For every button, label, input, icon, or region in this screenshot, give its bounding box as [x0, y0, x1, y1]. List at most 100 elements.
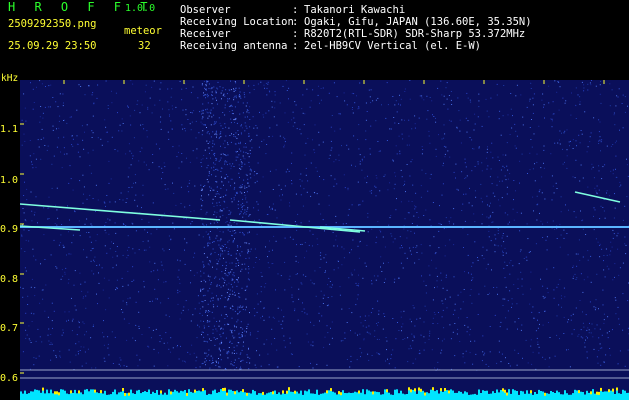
noise-dot: [580, 130, 582, 131]
noise-dot: [320, 290, 322, 292]
noise-dot: [221, 295, 223, 297]
band-dot: [213, 162, 214, 164]
band-dot: [249, 92, 251, 94]
noise-dot: [128, 143, 130, 145]
noise-bar-column: [266, 393, 268, 400]
noise-dot: [598, 189, 600, 191]
noise-dot: [553, 113, 555, 115]
band-dot: [244, 122, 246, 124]
band-dot: [224, 160, 226, 162]
noise-dot: [132, 248, 134, 250]
noise-dot: [181, 124, 183, 126]
noise-dot: [582, 291, 584, 293]
noise-dot: [265, 153, 267, 155]
band-dot: [233, 89, 235, 91]
noise-dot: [601, 347, 603, 349]
noise-dot: [421, 153, 423, 155]
noise-dot: [344, 332, 346, 334]
band-dot: [236, 191, 238, 193]
noise-dot: [320, 258, 322, 260]
noise-dot: [89, 194, 91, 196]
band-dot: [209, 111, 211, 113]
noise-dot: [405, 191, 406, 193]
band-dot: [247, 249, 249, 251]
noise-dot: [184, 360, 186, 362]
noise-dot: [598, 337, 600, 339]
noise-dot: [62, 332, 64, 334]
noise-dot: [291, 353, 293, 355]
noise-dot: [271, 100, 273, 102]
noise-dot: [289, 236, 291, 238]
noise-dot: [599, 139, 601, 141]
band-dot: [220, 145, 221, 147]
noise-dot: [24, 140, 26, 142]
band-dot: [220, 350, 221, 352]
noise-dot: [159, 99, 161, 101]
noise-dot: [515, 95, 517, 97]
noise-dot: [509, 134, 511, 135]
band-dot: [218, 160, 220, 162]
header-panel: H R O F F T 1.0.0 2509292350.png meteor …: [0, 0, 629, 72]
noise-dot: [617, 232, 619, 234]
noise-dot: [310, 321, 311, 323]
noise-dot: [589, 322, 590, 324]
noise-dot: [226, 207, 228, 209]
noise-dot: [464, 271, 465, 273]
noise-dot: [304, 257, 305, 259]
band-dot: [239, 368, 241, 370]
noise-dot: [579, 300, 581, 301]
noise-dot: [47, 334, 49, 336]
noise-dot: [603, 322, 605, 324]
noise-dot: [178, 278, 180, 280]
band-dot: [233, 362, 235, 363]
noise-dot: [59, 355, 61, 357]
noise-dot: [261, 275, 263, 277]
noise-dot: [266, 94, 268, 96]
noise-dot: [352, 107, 353, 108]
noise-dot: [35, 158, 37, 160]
noise-dot: [452, 331, 454, 333]
noise-dot: [490, 97, 492, 99]
noise-dot: [467, 234, 469, 236]
noise-dot: [139, 359, 141, 361]
band-dot: [201, 300, 203, 302]
noise-dot: [376, 177, 378, 179]
noise-dot: [368, 332, 370, 334]
band-dot: [206, 321, 208, 323]
noise-dot: [604, 164, 606, 166]
noise-dot: [265, 246, 266, 248]
noise-dot: [87, 291, 89, 293]
band-dot: [207, 303, 209, 305]
noise-dot: [600, 102, 602, 104]
noise-dot: [616, 176, 618, 178]
noise-dot: [234, 336, 236, 338]
noise-dot: [95, 367, 97, 369]
noise-dot: [235, 156, 237, 158]
noise-bar-column: [292, 391, 294, 400]
noise-dot: [243, 234, 245, 236]
band-dot: [235, 82, 237, 84]
noise-dot: [506, 328, 508, 330]
noise-dot: [573, 275, 574, 277]
noise-dot: [583, 87, 585, 89]
noise-dot: [597, 362, 599, 364]
noise-dot: [614, 207, 616, 209]
band-dot: [213, 114, 215, 116]
noise-dot: [165, 332, 167, 334]
band-dot: [236, 345, 238, 347]
band-dot: [220, 238, 222, 240]
noise-dot: [431, 349, 433, 351]
noise-dot: [512, 265, 514, 267]
noise-dot: [371, 280, 372, 282]
noise-dot: [415, 206, 417, 208]
noise-dot: [287, 168, 289, 170]
noise-bar-column: [392, 394, 394, 400]
noise-bar-peak: [160, 390, 162, 394]
noise-dot: [55, 101, 57, 103]
band-dot: [241, 287, 243, 289]
noise-bar-column: [36, 389, 38, 400]
noise-dot: [73, 284, 75, 286]
noise-dot: [425, 285, 427, 287]
band-dot: [217, 81, 219, 83]
band-dot: [238, 277, 239, 279]
